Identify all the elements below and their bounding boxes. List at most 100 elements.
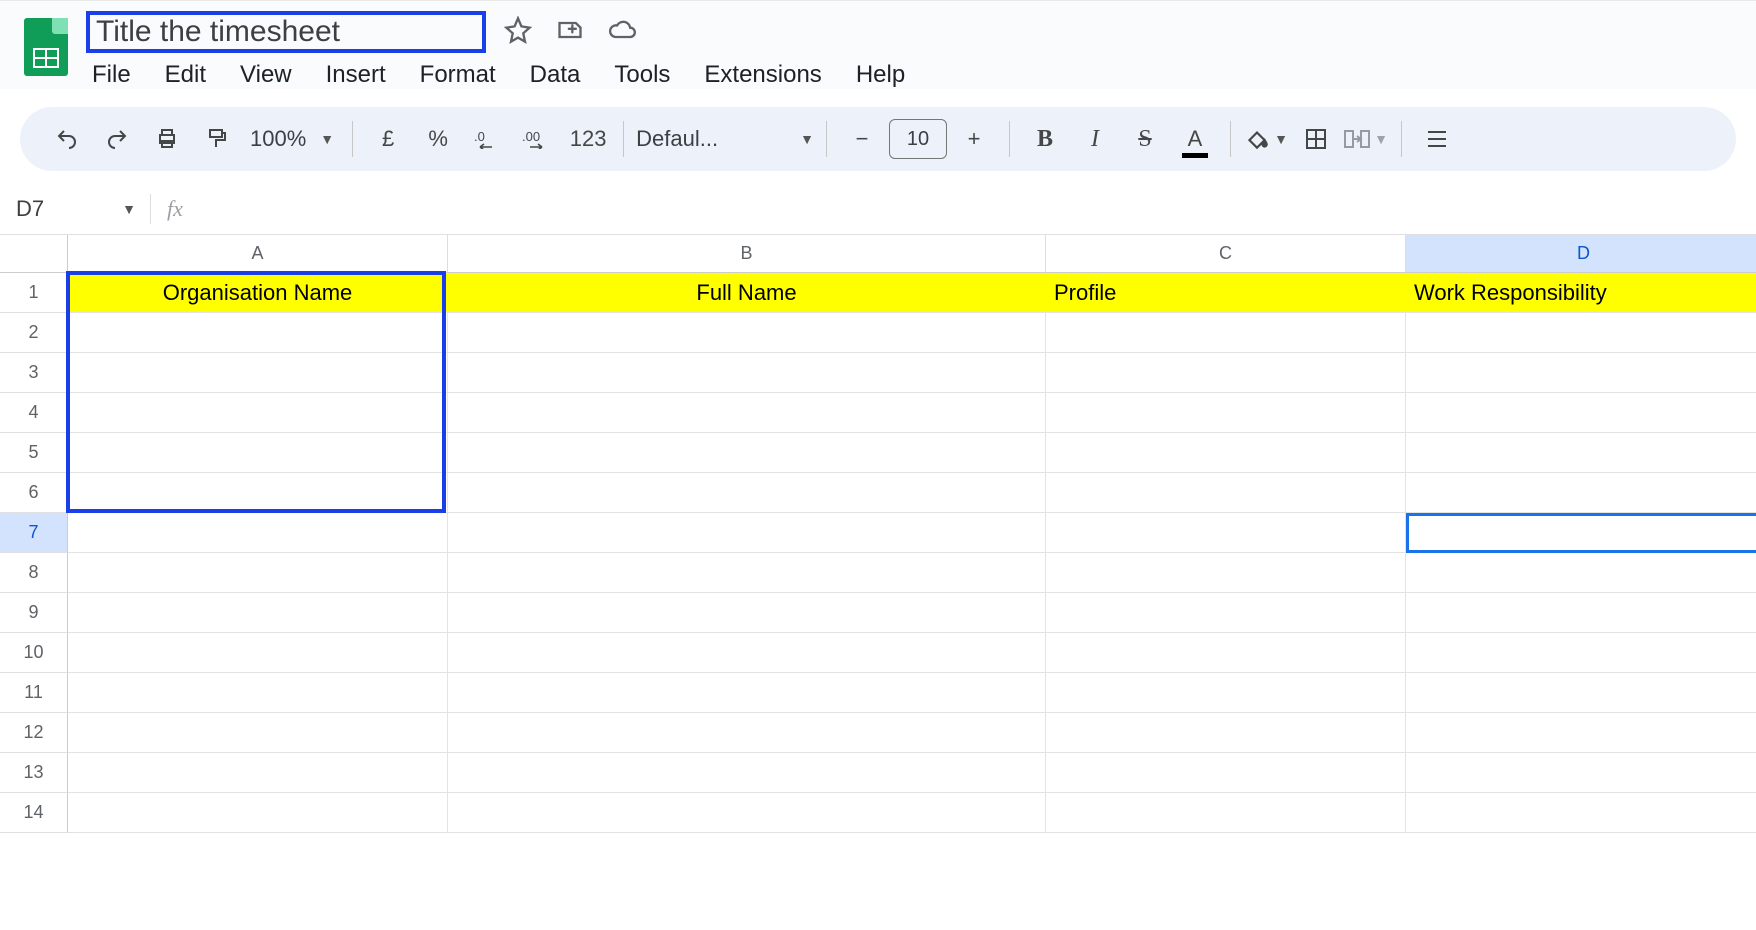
cell-A8[interactable]: [68, 553, 448, 593]
row-header-3[interactable]: 3: [0, 353, 68, 393]
cell-D11[interactable]: [1406, 673, 1756, 713]
cell-D2[interactable]: [1406, 313, 1756, 353]
menu-extensions[interactable]: Extensions: [704, 61, 821, 89]
cell-D5[interactable]: [1406, 433, 1756, 473]
cell-C1[interactable]: Profile: [1046, 273, 1406, 313]
decrease-decimal-button[interactable]: .0: [465, 116, 511, 162]
row-header-7[interactable]: 7: [0, 513, 68, 553]
paint-format-button[interactable]: [194, 116, 240, 162]
cell-C2[interactable]: [1046, 313, 1406, 353]
cell-B13[interactable]: [448, 753, 1046, 793]
cell-C9[interactable]: [1046, 593, 1406, 633]
col-header-B[interactable]: B: [448, 235, 1046, 273]
cell-B12[interactable]: [448, 713, 1046, 753]
cell-C11[interactable]: [1046, 673, 1406, 713]
increase-decimal-button[interactable]: .00: [515, 116, 561, 162]
menu-file[interactable]: File: [92, 61, 131, 89]
percent-button[interactable]: %: [415, 116, 461, 162]
row-header-4[interactable]: 4: [0, 393, 68, 433]
move-icon[interactable]: [556, 16, 584, 49]
cell-C12[interactable]: [1046, 713, 1406, 753]
cell-A3[interactable]: [68, 353, 448, 393]
cloud-status-icon[interactable]: [608, 16, 636, 49]
menu-data[interactable]: Data: [530, 61, 581, 89]
currency-button[interactable]: £: [365, 116, 411, 162]
menu-help[interactable]: Help: [856, 61, 905, 89]
menu-tools[interactable]: Tools: [614, 61, 670, 89]
col-header-A[interactable]: A: [68, 235, 448, 273]
print-button[interactable]: [144, 116, 190, 162]
cell-D4[interactable]: [1406, 393, 1756, 433]
cell-B4[interactable]: [448, 393, 1046, 433]
cell-A7[interactable]: [68, 513, 448, 553]
cell-A10[interactable]: [68, 633, 448, 673]
cell-A12[interactable]: [68, 713, 448, 753]
text-color-button[interactable]: A: [1172, 116, 1218, 162]
cell-D10[interactable]: [1406, 633, 1756, 673]
menu-view[interactable]: View: [240, 61, 292, 89]
row-header-1[interactable]: 1: [0, 273, 68, 313]
select-all-corner[interactable]: [0, 235, 68, 273]
cell-C5[interactable]: [1046, 433, 1406, 473]
cell-A9[interactable]: [68, 593, 448, 633]
cell-B2[interactable]: [448, 313, 1046, 353]
row-header-6[interactable]: 6: [0, 473, 68, 513]
cell-A13[interactable]: [68, 753, 448, 793]
cell-B5[interactable]: [448, 433, 1046, 473]
cell-A1[interactable]: Organisation Name: [68, 273, 448, 313]
cell-D3[interactable]: [1406, 353, 1756, 393]
menu-insert[interactable]: Insert: [326, 61, 386, 89]
cell-A6[interactable]: [68, 473, 448, 513]
cell-D9[interactable]: [1406, 593, 1756, 633]
cell-C4[interactable]: [1046, 393, 1406, 433]
italic-button[interactable]: I: [1072, 116, 1118, 162]
row-header-14[interactable]: 14: [0, 793, 68, 833]
row-header-10[interactable]: 10: [0, 633, 68, 673]
borders-button[interactable]: [1293, 116, 1339, 162]
cell-B6[interactable]: [448, 473, 1046, 513]
cell-A11[interactable]: [68, 673, 448, 713]
app-logo[interactable]: [20, 11, 72, 81]
cell-C8[interactable]: [1046, 553, 1406, 593]
strikethrough-button[interactable]: S: [1122, 116, 1168, 162]
row-header-2[interactable]: 2: [0, 313, 68, 353]
row-header-11[interactable]: 11: [0, 673, 68, 713]
name-box[interactable]: D7▼: [10, 196, 150, 222]
cell-C13[interactable]: [1046, 753, 1406, 793]
font-size-input[interactable]: 10: [889, 119, 947, 159]
cell-D13[interactable]: [1406, 753, 1756, 793]
cell-C6[interactable]: [1046, 473, 1406, 513]
horizontal-align-button[interactable]: [1414, 116, 1460, 162]
doc-title-input[interactable]: Title the timesheet: [86, 11, 486, 53]
cell-D8[interactable]: [1406, 553, 1756, 593]
cell-B9[interactable]: [448, 593, 1046, 633]
cell-C10[interactable]: [1046, 633, 1406, 673]
cell-A14[interactable]: [68, 793, 448, 833]
cell-D12[interactable]: [1406, 713, 1756, 753]
menu-edit[interactable]: Edit: [165, 61, 206, 89]
row-header-12[interactable]: 12: [0, 713, 68, 753]
cell-D6[interactable]: [1406, 473, 1756, 513]
font-family-select[interactable]: Defaul...▼: [636, 126, 814, 152]
cell-D14[interactable]: [1406, 793, 1756, 833]
menu-format[interactable]: Format: [420, 61, 496, 89]
cell-B8[interactable]: [448, 553, 1046, 593]
col-header-C[interactable]: C: [1046, 235, 1406, 273]
row-header-5[interactable]: 5: [0, 433, 68, 473]
redo-button[interactable]: [94, 116, 140, 162]
row-header-8[interactable]: 8: [0, 553, 68, 593]
cell-D7[interactable]: [1406, 513, 1756, 553]
cell-B14[interactable]: [448, 793, 1046, 833]
cell-B7[interactable]: [448, 513, 1046, 553]
cell-B1[interactable]: Full Name: [448, 273, 1046, 313]
col-header-D[interactable]: D: [1406, 235, 1756, 273]
star-icon[interactable]: [504, 16, 532, 49]
cell-A4[interactable]: [68, 393, 448, 433]
cell-D1[interactable]: Work Responsibility: [1406, 273, 1756, 313]
cell-C14[interactable]: [1046, 793, 1406, 833]
fill-color-button[interactable]: ▼: [1243, 116, 1289, 162]
cell-C7[interactable]: [1046, 513, 1406, 553]
cell-A2[interactable]: [68, 313, 448, 353]
cell-B10[interactable]: [448, 633, 1046, 673]
font-size-decrease[interactable]: −: [839, 116, 885, 162]
